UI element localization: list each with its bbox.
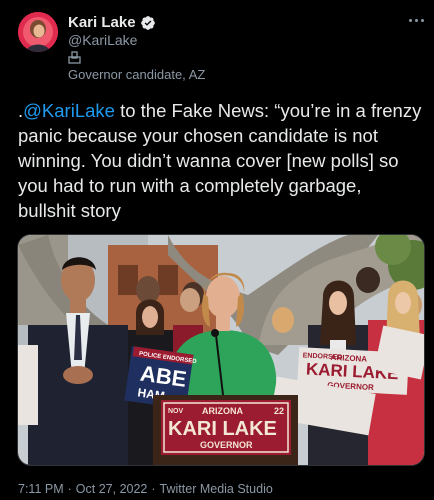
tweet-metadata: 7:11 PM · Oct 27, 2022 · Twitter Media S… (18, 482, 273, 496)
verified-badge-icon (140, 15, 155, 30)
mention-link[interactable]: @KariLake (23, 100, 115, 121)
podium-sign-state: ARIZONA (202, 406, 243, 416)
tweet-source[interactable]: Twitter Media Studio (160, 482, 273, 496)
tweet-text: .@KariLake to the Fake News: “you’re in … (18, 98, 423, 223)
author-handle[interactable]: @KariLake (68, 32, 137, 48)
podium-sign-top-left: NOV (168, 408, 184, 415)
more-dot-icon (408, 18, 412, 22)
podium-sign: NOV ARIZONA 22 KARI LAKE GOVERNOR (161, 400, 291, 455)
author-affiliation: Governor candidate, AZ (68, 67, 206, 82)
more-dot-icon (414, 18, 418, 22)
meta-separator: · (67, 482, 72, 496)
podium-sign-top-right: 22 (274, 406, 284, 416)
rally-photo: POLICE ENDORSED ABE HAM ENDORSED ARIZONA… (18, 235, 424, 465)
avatar[interactable] (18, 12, 58, 52)
tweet-date[interactable]: Oct 27, 2022 (76, 482, 148, 496)
avatar-image (18, 12, 58, 52)
tweet-media-photo[interactable]: POLICE ENDORSED ABE HAM ENDORSED ARIZONA… (17, 234, 425, 466)
podium-sign-name: KARI LAKE (168, 418, 277, 440)
tweet-time[interactable]: 7:11 PM (18, 482, 64, 496)
podium-sign-office: GOVERNOR (200, 440, 253, 450)
ballot-box-icon (68, 51, 81, 64)
tweet: Kari Lake @KariLake Governor candidate, … (0, 0, 434, 500)
author-display-name[interactable]: Kari Lake (68, 14, 136, 31)
more-dot-icon (420, 18, 424, 22)
more-options-button[interactable] (404, 10, 428, 30)
meta-separator: · (151, 482, 156, 496)
author-name-row[interactable]: Kari Lake (68, 14, 156, 31)
